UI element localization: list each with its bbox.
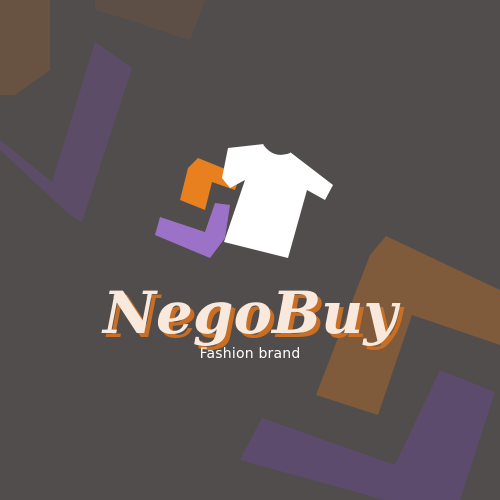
logo-shirt — [222, 144, 333, 258]
t-shirt-icon — [155, 143, 333, 258]
bg-orange-top — [95, 0, 205, 40]
brand-name: NegoBuy — [102, 279, 398, 347]
brand-tagline: Fashion brand — [199, 346, 301, 362]
logo-purple-bracket — [155, 203, 230, 258]
bg-orange-top-left — [0, 0, 50, 95]
logo-canvas: NegoBuy NegoBuy Fashion brand — [0, 0, 500, 500]
